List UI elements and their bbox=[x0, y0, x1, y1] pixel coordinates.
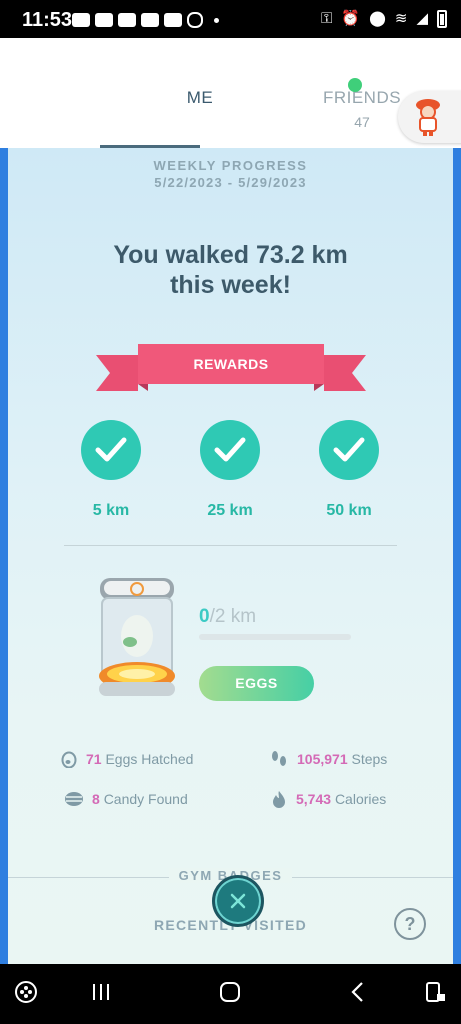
game-launcher-icon[interactable] bbox=[14, 980, 38, 1004]
incubator-icon bbox=[99, 578, 175, 696]
game-controller-icon bbox=[72, 13, 90, 27]
weekly-progress-dates: 5/22/2023 - 5/29/2023 bbox=[154, 175, 307, 190]
journal-panel: WEEKLY PROGRESS 5/22/2023 - 5/29/2023 Yo… bbox=[0, 148, 461, 964]
recent-apps-icon[interactable] bbox=[90, 980, 112, 1004]
stat-candy: 8 Candy Found bbox=[64, 790, 188, 808]
youtube-icon bbox=[118, 13, 136, 27]
stat-calories: 5,743 Calories bbox=[270, 790, 386, 808]
friends-count: 47 bbox=[354, 114, 370, 130]
reward-distance: 5 km bbox=[92, 502, 130, 519]
close-icon bbox=[230, 893, 246, 909]
profile-header: ME FRIENDS 47 bbox=[0, 38, 461, 148]
notification-icons bbox=[72, 12, 219, 28]
checkmark-icon bbox=[95, 437, 127, 462]
home-icon[interactable] bbox=[218, 980, 242, 1004]
walked-line-2: this week! bbox=[170, 271, 291, 299]
status-time: 11:53 bbox=[22, 9, 73, 31]
rewards-ribbon: REWARDS bbox=[96, 341, 366, 397]
eggs-hatched-label: Eggs Hatched bbox=[105, 751, 194, 767]
eggs-hatched-number: 71 bbox=[86, 751, 102, 767]
egg-icon bbox=[61, 751, 77, 768]
reward-distance: 50 km bbox=[326, 502, 372, 519]
flame-icon bbox=[273, 791, 285, 808]
candy-label: Candy Found bbox=[103, 791, 188, 807]
youtube-icon bbox=[141, 13, 159, 27]
wifi-icon: ≋ bbox=[394, 10, 408, 27]
system-icons: ⚿ ⏰ ⬤ ≋ ◢ bbox=[321, 10, 447, 28]
checkmark-icon bbox=[214, 437, 246, 462]
tab-friends-label: FRIENDS bbox=[322, 88, 402, 107]
more-notifications-dot bbox=[214, 17, 219, 23]
reward-check bbox=[319, 420, 379, 480]
location-icon: ⬤ bbox=[369, 10, 386, 27]
tab-me[interactable]: ME bbox=[100, 38, 213, 148]
footsteps-icon bbox=[272, 751, 286, 766]
steps-label: Steps bbox=[351, 751, 388, 767]
calories-number: 5,743 bbox=[296, 791, 332, 807]
candy-icon bbox=[65, 792, 83, 806]
egg-progress-bar bbox=[199, 634, 351, 640]
rewards-label: REWARDS bbox=[193, 356, 269, 372]
close-button[interactable] bbox=[212, 875, 264, 927]
egg-progress-current: 0 bbox=[199, 606, 210, 627]
youtube-icon bbox=[95, 13, 113, 27]
egg-progress-target: /2 km bbox=[209, 606, 257, 627]
tab-friends[interactable]: FRIENDS 47 bbox=[262, 38, 401, 148]
reward-check bbox=[81, 420, 141, 480]
steps-number: 105,971 bbox=[297, 751, 348, 767]
status-bar: 11:53 ⚿ ⏰ ⬤ ≋ ◢ bbox=[0, 0, 461, 38]
section-divider bbox=[64, 545, 397, 546]
weekly-progress-title: WEEKLY PROGRESS bbox=[153, 158, 308, 173]
friends-notification-dot bbox=[348, 78, 362, 92]
walked-summary: You walked 73.2 km this week! bbox=[8, 240, 453, 300]
stat-steps: 105,971 Steps bbox=[269, 750, 387, 768]
reward-item[interactable]: 50 km bbox=[314, 420, 384, 520]
stat-eggs-hatched: 71 Eggs Hatched bbox=[60, 750, 193, 768]
system-nav-bar bbox=[0, 964, 461, 1024]
avatar-button[interactable] bbox=[398, 91, 461, 143]
battery-icon bbox=[437, 10, 447, 28]
youtube-icon bbox=[164, 13, 182, 27]
signal-icon: ◢ bbox=[416, 10, 428, 27]
help-button[interactable]: ? bbox=[394, 908, 426, 940]
eggs-button[interactable]: EGGS bbox=[199, 666, 314, 701]
reward-distance: 25 km bbox=[207, 502, 253, 519]
reward-check bbox=[200, 420, 260, 480]
candy-number: 8 bbox=[92, 791, 100, 807]
reward-item[interactable]: 25 km bbox=[195, 420, 265, 520]
egg-progress-text: 0/2 km bbox=[199, 606, 256, 628]
reward-item[interactable]: 5 km bbox=[76, 420, 146, 520]
tab-me-label: ME bbox=[186, 88, 214, 107]
key-icon: ⚿ bbox=[320, 10, 333, 27]
back-icon[interactable] bbox=[348, 980, 368, 1004]
trainer-avatar-icon bbox=[416, 99, 440, 136]
screen-rotate-icon[interactable] bbox=[424, 980, 448, 1004]
fingerprint-icon bbox=[187, 12, 203, 28]
checkmark-icon bbox=[333, 437, 365, 462]
walked-line-1: You walked 73.2 km bbox=[113, 241, 348, 269]
incubator[interactable] bbox=[94, 578, 180, 706]
calories-label: Calories bbox=[334, 791, 387, 807]
alarm-icon: ⏰ bbox=[341, 10, 361, 27]
